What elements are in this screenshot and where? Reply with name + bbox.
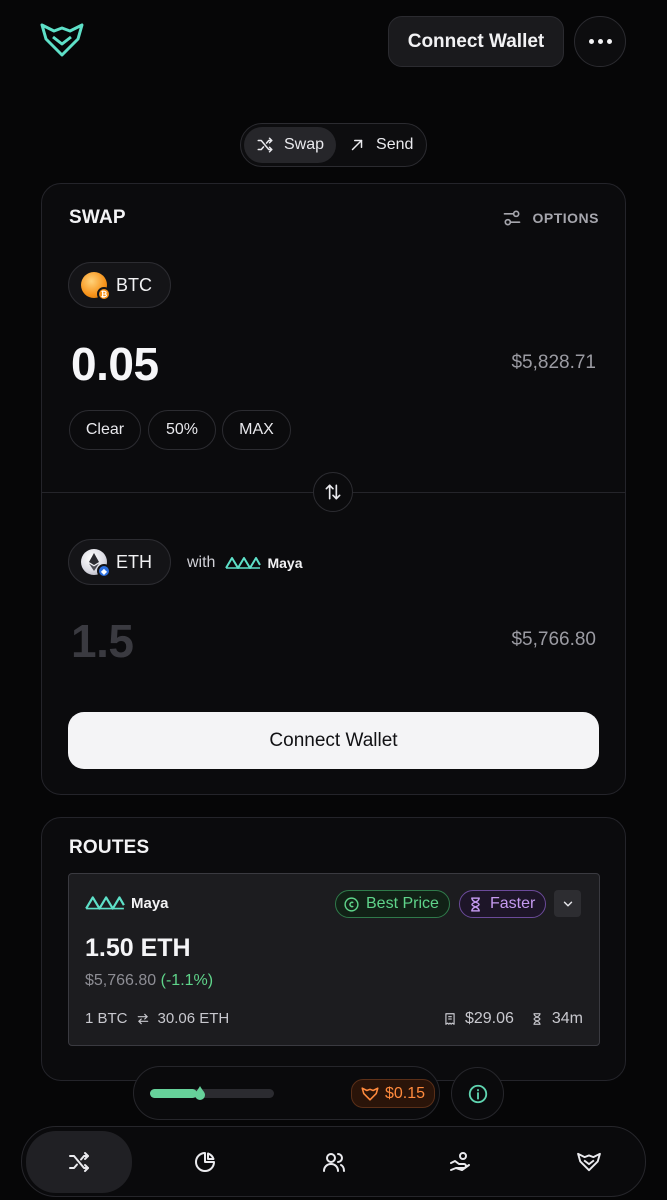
to-token-selector[interactable]: ◆ ETH [68, 539, 171, 585]
receipt-icon [445, 1013, 455, 1025]
network-fee-badge: $0.15 [351, 1079, 436, 1108]
tab-send-label: Send [376, 136, 414, 153]
users-icon [323, 1153, 345, 1172]
tab-swap-label: Swap [284, 136, 325, 153]
options-button[interactable]: OPTIONS [502, 208, 599, 228]
routes-title: ROUTES [69, 837, 150, 858]
fox-logo-icon [361, 1086, 379, 1101]
connect-wallet-main-button[interactable]: Connect Wallet [68, 712, 599, 769]
clear-button[interactable]: Clear [69, 410, 141, 450]
slippage-fill [150, 1089, 198, 1098]
to-amount-output: 1.5 [71, 615, 134, 667]
fox-logo-icon[interactable] [40, 22, 84, 58]
more-button[interactable] [574, 16, 626, 67]
eth-coin-icon: ◆ [81, 549, 111, 578]
shuffle-icon [257, 137, 273, 153]
route-time: 34m [551, 1010, 583, 1027]
route-fee: $29.06 [464, 1010, 514, 1027]
nav-swap[interactable] [26, 1131, 132, 1193]
nav-portfolio[interactable] [152, 1131, 258, 1193]
hand-coins-icon [450, 1152, 470, 1171]
maya-logo-icon [225, 557, 262, 569]
swap-title: SWAP [69, 207, 126, 228]
route-output-amount: 1.50 ETH [85, 934, 191, 962]
price-impact: (-1.1%) [160, 972, 214, 989]
exchange-rate: 1 BTC 30.06 ETH [85, 1010, 230, 1027]
fee-status-bar[interactable]: $0.15 [133, 1066, 440, 1120]
maya-logo: Maya [225, 555, 302, 571]
droplet-icon [195, 1086, 206, 1100]
tab-swap[interactable]: Swap [244, 127, 337, 163]
to-token-symbol: ETH [116, 551, 152, 572]
expand-route-button[interactable] [554, 890, 581, 917]
with-label: with [187, 554, 216, 571]
from-token-selector[interactable]: ₿ BTC [68, 262, 171, 308]
network-fee-value: $0.15 [385, 1084, 426, 1102]
faster-badge: Faster [459, 890, 547, 918]
exchange-arrows-icon [137, 1013, 148, 1024]
half-amount-button[interactable]: 50% [148, 410, 216, 450]
swap-card: SWAP OPTIONS ₿ BTC 0.05 $5,828.71 Clear … [41, 183, 626, 795]
route-provider: Maya [85, 894, 169, 912]
route-provider-label: Maya [131, 894, 169, 912]
from-amount-input[interactable]: 0.05 [71, 337, 159, 391]
info-icon [468, 1084, 487, 1103]
connect-wallet-button[interactable]: Connect Wallet [388, 16, 564, 67]
info-button[interactable] [451, 1067, 504, 1120]
nav-earn[interactable] [407, 1131, 513, 1193]
slippage-track [150, 1086, 274, 1100]
route-option[interactable]: Maya Best Price Faster 1.50 ETH $5,766.8… [68, 873, 600, 1046]
provider-info: with Maya [187, 554, 302, 572]
btc-coin-icon: ₿ [81, 272, 111, 301]
nav-brand[interactable] [536, 1131, 642, 1193]
best-price-badge: Best Price [335, 890, 450, 918]
chevron-down-icon [563, 901, 572, 906]
maya-logo-icon [85, 896, 125, 910]
options-label: OPTIONS [532, 210, 599, 226]
tab-send[interactable]: Send [336, 127, 425, 163]
routes-card: ROUTES Maya Best Price Faster 1.50 ETH $… [41, 817, 626, 1081]
route-fees: $29.06 34m [443, 1010, 583, 1028]
hourglass-icon [471, 896, 480, 912]
more-dots-icon [588, 39, 594, 44]
from-usd-value: $5,828.71 [511, 352, 596, 373]
pie-chart-icon [195, 1152, 215, 1172]
hourglass-icon [533, 1013, 541, 1025]
fox-logo-icon [577, 1152, 601, 1172]
nav-referrals[interactable] [281, 1131, 387, 1193]
mode-toggle: Swap Send [240, 123, 427, 167]
flip-tokens-button[interactable] [313, 472, 353, 512]
arrow-up-right-icon [351, 139, 363, 151]
to-usd-value: $5,766.80 [511, 629, 596, 650]
swap-vertical-icon [325, 484, 341, 500]
bottom-nav [21, 1126, 646, 1197]
price-tag-icon [344, 896, 359, 912]
route-output-usd: $5,766.80 (-1.1%) [85, 972, 214, 989]
maya-label: Maya [267, 555, 303, 571]
sliders-icon [504, 210, 521, 226]
max-amount-button[interactable]: MAX [222, 410, 291, 450]
from-token-symbol: BTC [116, 274, 152, 295]
shuffle-icon [69, 1152, 89, 1172]
